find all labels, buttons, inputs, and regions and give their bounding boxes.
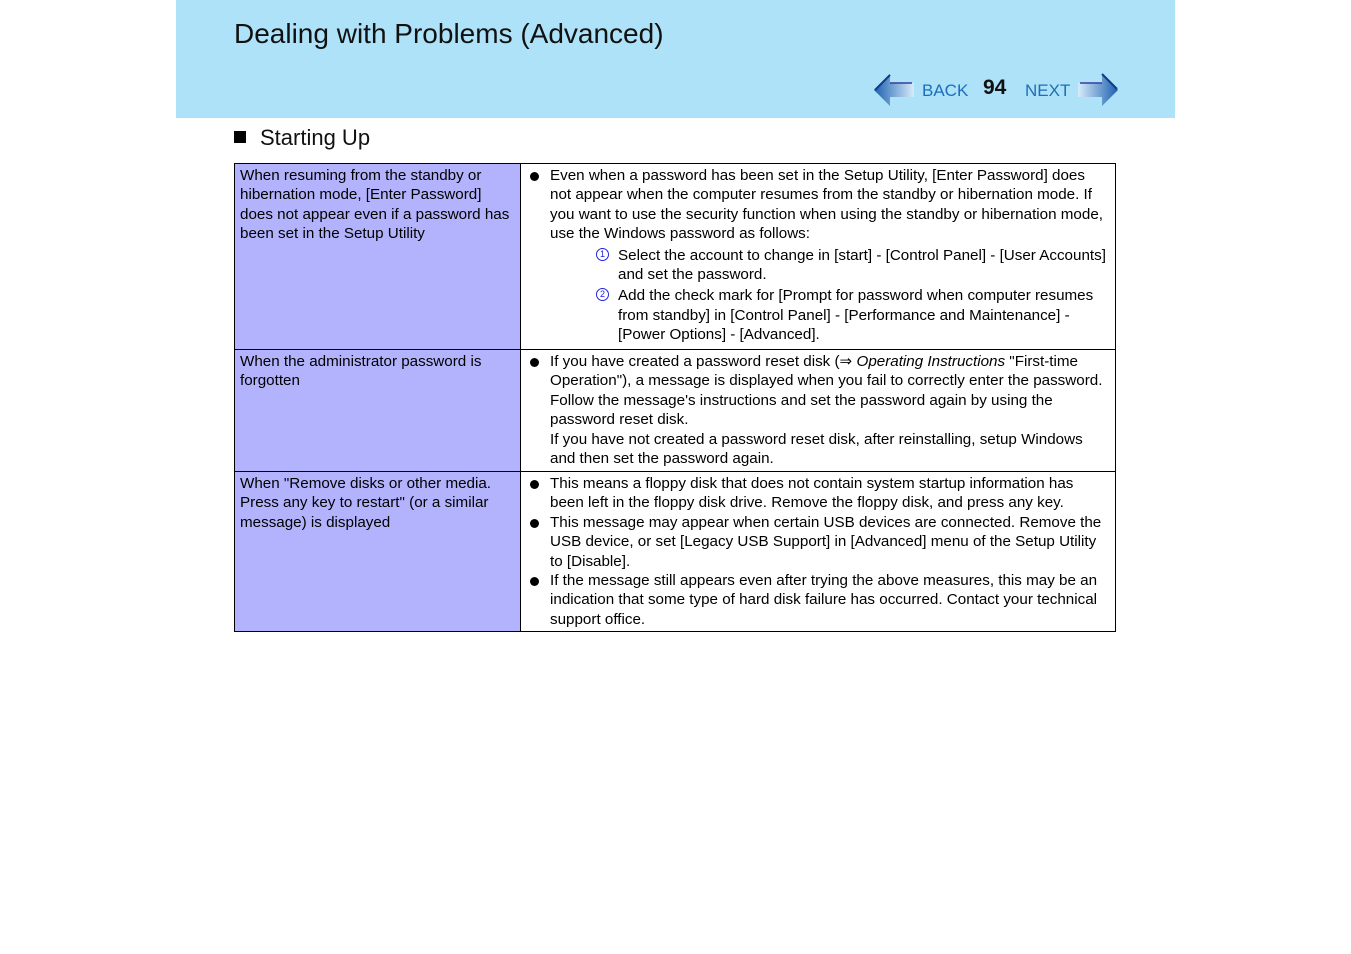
list-item: Even when a password has been set in the… [527, 166, 1107, 345]
section-heading: Starting Up [234, 125, 370, 151]
section-title: Starting Up [260, 125, 371, 150]
step-item: 1 Select the account to change in [start… [596, 246, 1107, 285]
bullet-icon [530, 518, 539, 528]
list-item: If you have created a password reset dis… [527, 352, 1107, 468]
right-arrow-icon[interactable] [1078, 72, 1118, 108]
list-item: This message may appear when certain USB… [527, 513, 1107, 571]
table-row: When "Remove disks or other media. Press… [234, 470, 1116, 633]
condition-cell: When "Remove disks or other media. Press… [234, 470, 521, 633]
back-link[interactable]: BACK [922, 81, 968, 101]
solution-cell: This means a floppy disk that does not c… [520, 470, 1116, 633]
bullet-icon [530, 358, 539, 367]
solution-cell: Even when a password has been set in the… [520, 163, 1116, 350]
page-title: Dealing with Problems (Advanced) [234, 18, 664, 49]
page-number: 94 [983, 76, 1007, 99]
condition-cell: When the administrator password is forgo… [234, 349, 521, 472]
troubleshooting-table: When resuming from the standby or hibern… [234, 163, 1116, 633]
step-item: 2 Add the check mark for [Prompt for pas… [596, 286, 1107, 344]
steps-list: 1 Select the account to change in [start… [550, 246, 1107, 345]
square-bullet-icon [234, 131, 246, 143]
next-link[interactable]: NEXT [1025, 81, 1070, 101]
left-arrow-icon[interactable] [874, 72, 914, 108]
circled-number-icon: 2 [596, 288, 609, 302]
list-item: If the message still appears even after … [527, 571, 1107, 629]
bullet-icon [530, 172, 539, 181]
reference-link[interactable]: Operating Instructions [857, 353, 1006, 370]
condition-cell: When resuming from the standby or hibern… [234, 163, 521, 350]
solution-cell: If you have created a password reset dis… [520, 349, 1116, 472]
bullet-icon [530, 577, 539, 587]
circled-number-icon: 1 [596, 247, 609, 261]
page-navigation: BACK 94 NEXT [874, 70, 1118, 110]
list-item: This means a floppy disk that does not c… [527, 474, 1107, 513]
table-row: When the administrator password is forgo… [234, 349, 1116, 472]
page-header: Dealing with Problems (Advanced) BACK 94… [176, 0, 1175, 118]
table-row: When resuming from the standby or hibern… [234, 163, 1116, 350]
bullet-icon [530, 480, 539, 489]
